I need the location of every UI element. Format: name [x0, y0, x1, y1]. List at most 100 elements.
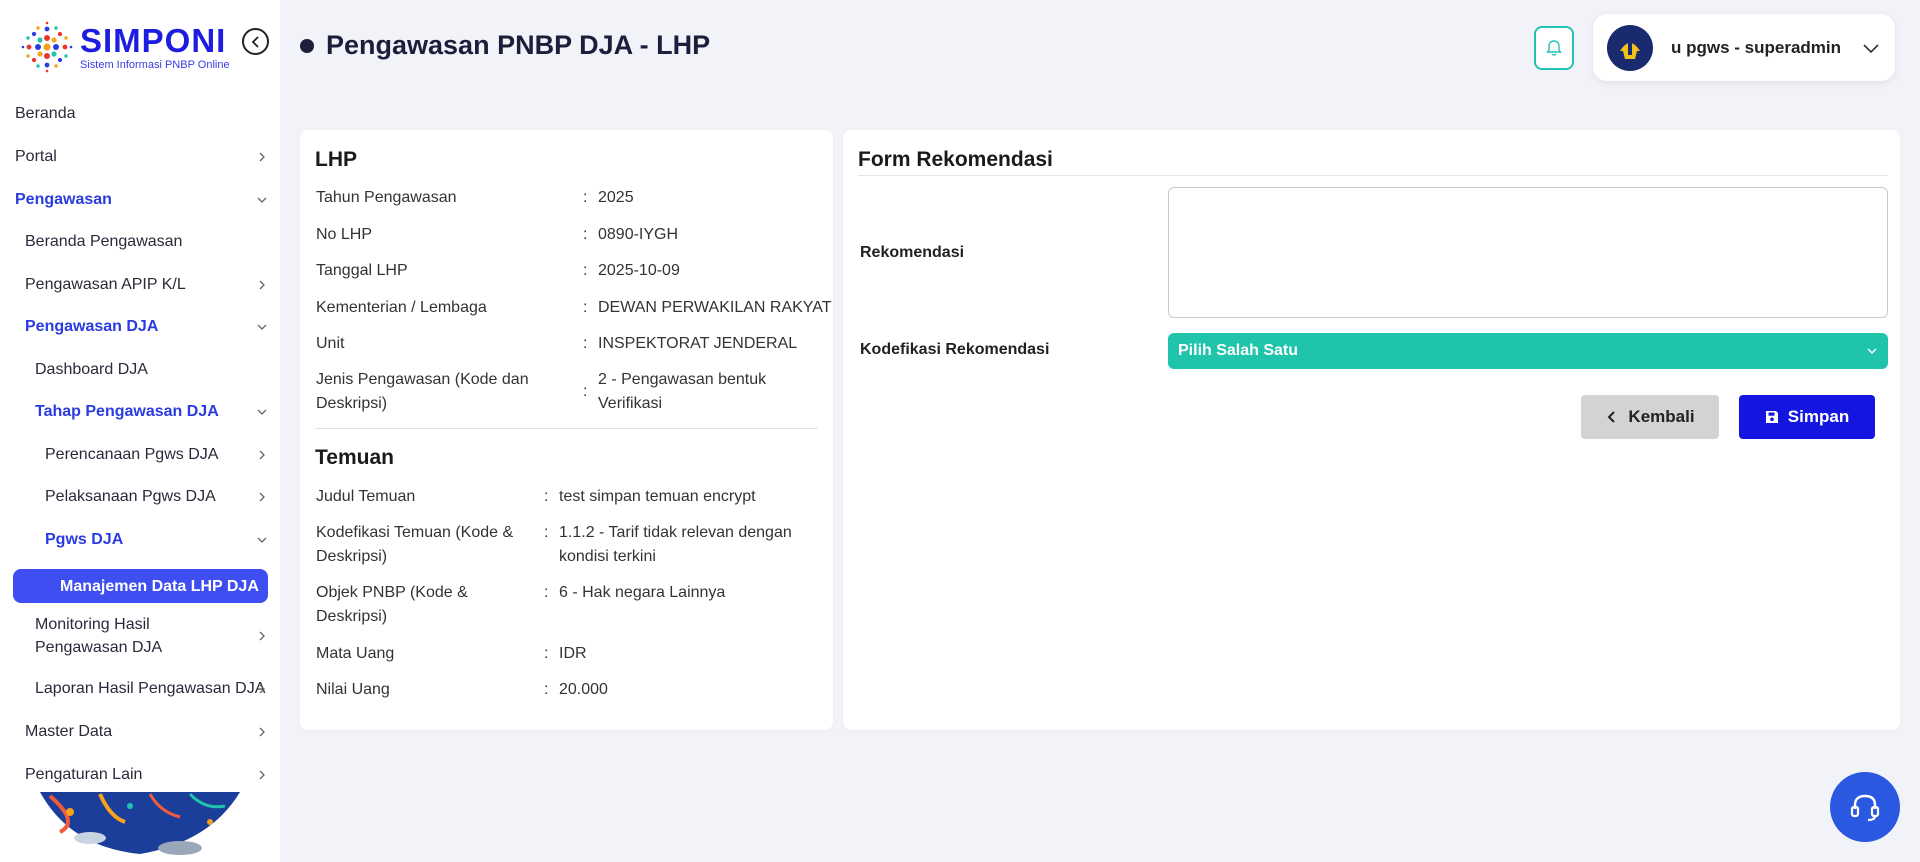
- help-chat-button[interactable]: [1830, 772, 1900, 842]
- lhp-row: Kementerian / Lembaga : DEWAN PERWAKILAN…: [316, 296, 832, 320]
- sidebar-item-label: Pgws DJA: [45, 531, 124, 548]
- lhp-row-key: Unit: [316, 335, 345, 352]
- sidebar-item-pengawasan-apip[interactable]: Pengawasan APIP K/L: [0, 273, 280, 296]
- section-divider: [315, 428, 818, 429]
- chevron-right-icon: [256, 726, 268, 738]
- back-button[interactable]: Kembali: [1581, 395, 1719, 439]
- sidebar-item-pengawasan-dja[interactable]: Pengawasan DJA: [0, 315, 280, 338]
- sidebar-item-label: Dashboard DJA: [35, 361, 148, 378]
- back-button-label: Kembali: [1628, 407, 1695, 426]
- sidebar-item-label: Pengawasan DJA: [25, 318, 159, 335]
- temuan-row-value: 20.000: [559, 681, 608, 698]
- colon-separator: :: [583, 262, 588, 279]
- temuan-row-value: test simpan temuan encrypt: [559, 488, 756, 505]
- sidebar-item-label: Pengaturan Lain: [25, 766, 143, 783]
- temuan-row-key: Judul Temuan: [316, 488, 416, 505]
- lhp-row: No LHP : 0890-IYGH: [316, 223, 821, 247]
- sidebar-item-label: Tahap Pengawasan DJA: [35, 403, 219, 420]
- kodefikasi-rekomendasi-label: Kodefikasi Rekomendasi: [860, 341, 1050, 358]
- chevron-down-icon: [1867, 348, 1877, 355]
- sidebar-item-monitoring-hasil[interactable]: Monitoring Hasil Pengawasan DJA: [0, 613, 280, 659]
- title-bullet-icon: [300, 38, 314, 53]
- save-button[interactable]: Simpan: [1739, 395, 1875, 439]
- colon-separator: :: [544, 524, 549, 541]
- lhp-card: LHP Tahun Pengawasan : 2025 No LHP : 089…: [300, 130, 833, 730]
- colon-separator: :: [583, 335, 588, 352]
- sidebar-item-tahap-pengawasan-dja[interactable]: Tahap Pengawasan DJA: [0, 400, 280, 423]
- lhp-row: Jenis Pengawasan (Kode dan Deskripsi) : …: [316, 368, 821, 416]
- sidebar-item-label: Manajemen Data LHP DJA: [60, 577, 259, 595]
- chevron-right-icon: [256, 279, 268, 291]
- colon-separator: :: [544, 681, 549, 698]
- brand-subtitle: Sistem Informasi PNBP Online: [80, 58, 230, 71]
- bell-icon: [1546, 40, 1562, 56]
- sidebar-item-label: Portal: [15, 148, 57, 165]
- lhp-row-key: Tanggal LHP: [316, 262, 408, 279]
- temuan-row-value: IDR: [559, 645, 587, 662]
- colon-separator: :: [583, 226, 588, 243]
- chevron-down-icon: [256, 406, 268, 418]
- chevron-down-icon: [1863, 43, 1879, 53]
- lhp-row-value: INSPEKTORAT JENDERAL: [598, 335, 798, 352]
- sidebar-item-beranda-pengawasan[interactable]: Beranda Pengawasan: [0, 230, 280, 253]
- select-value: Pilih Salah Satu: [1178, 342, 1299, 359]
- user-menu[interactable]: u pgws - superadmin: [1593, 14, 1895, 81]
- lhp-row-key: Kementerian / Lembaga: [316, 299, 487, 316]
- lhp-row-key: No LHP: [316, 226, 373, 243]
- lhp-row-value: 2025-10-09: [598, 262, 680, 279]
- sidebar-item-label: Beranda Pengawasan: [25, 233, 183, 250]
- temuan-section-title: Temuan: [315, 446, 394, 469]
- user-name: u pgws - superadmin: [1671, 37, 1842, 57]
- simponi-logo-icon: [18, 18, 76, 76]
- colon-separator: :: [583, 189, 588, 206]
- sidebar-item-laporan-hasil[interactable]: Laporan Hasil Pengawasan DJA: [0, 677, 280, 700]
- temuan-row: Objek PNBP (Kode & Deskripsi) : 6 - Hak …: [316, 581, 821, 629]
- sidebar-item-dashboard-dja[interactable]: Dashboard DJA: [0, 358, 280, 381]
- page-title-text: Pengawasan PNBP DJA - LHP: [326, 30, 711, 60]
- temuan-row-key: Mata Uang: [316, 645, 395, 662]
- sidebar-item-pgws-dja[interactable]: Pgws DJA: [0, 528, 280, 551]
- chevron-down-icon: [256, 534, 268, 546]
- lhp-row-value: DEWAN PERWAKILAN RAKYAT: [598, 299, 832, 316]
- form-rekomendasi-card: Form Rekomendasi Rekomendasi Kodefikasi …: [843, 130, 1900, 730]
- sidebar-item-master-data[interactable]: Master Data: [0, 720, 280, 743]
- chevron-left-icon: [1608, 411, 1616, 423]
- chevron-down-icon: [256, 321, 268, 333]
- sidebar-item-manajemen-data-lhp[interactable]: Manajemen Data LHP DJA: [13, 569, 268, 603]
- sidebar-item-label: Laporan Hasil Pengawasan DJA: [35, 680, 266, 697]
- rekomendasi-textarea[interactable]: [1168, 187, 1888, 318]
- sidebar-item-pengaturan-lain[interactable]: Pengaturan Lain: [0, 763, 280, 786]
- lhp-row-key: Tahun Pengawasan: [316, 189, 457, 206]
- sidebar-item-label: Monitoring Hasil Pengawasan DJA: [35, 616, 163, 656]
- brand-title: SIMPONI: [80, 21, 227, 59]
- chevron-right-icon: [256, 449, 268, 461]
- brand-logo[interactable]: SIMPONI Sistem Informasi PNBP Online: [18, 18, 230, 76]
- chevron-right-icon: [256, 151, 268, 163]
- temuan-row-key: Objek PNBP (Kode & Deskripsi): [316, 584, 468, 625]
- kodefikasi-rekomendasi-select[interactable]: Pilih Salah Satu: [1168, 333, 1888, 369]
- sidebar-item-pelaksanaan-pgws[interactable]: Pelaksanaan Pgws DJA: [0, 485, 280, 508]
- notification-button[interactable]: [1534, 26, 1574, 70]
- kemenkeu-emblem-icon: [1613, 30, 1647, 65]
- collapse-sidebar-button[interactable]: [242, 28, 269, 55]
- sidebar-illustration: [30, 792, 250, 862]
- sidebar-item-label: Beranda: [15, 105, 76, 122]
- rekomendasi-label: Rekomendasi: [860, 244, 965, 261]
- lhp-row-value: 2 - Pengawasan bentuk Verifikasi: [598, 371, 767, 412]
- colon-separator: :: [583, 299, 588, 316]
- lhp-row: Tahun Pengawasan : 2025: [316, 186, 821, 210]
- chevron-right-icon: [256, 683, 268, 695]
- form-divider: [858, 175, 1888, 176]
- sidebar-item-pengawasan[interactable]: Pengawasan: [0, 188, 280, 211]
- sidebar-item-beranda[interactable]: Beranda: [0, 102, 280, 125]
- sidebar-item-label: Perencanaan Pgws DJA: [45, 446, 219, 463]
- temuan-row-value: 6 - Hak negara Lainnya: [559, 584, 726, 601]
- lhp-row: Unit : INSPEKTORAT JENDERAL: [316, 332, 821, 356]
- temuan-row: Nilai Uang : 20.000: [316, 678, 821, 702]
- save-icon: [1765, 411, 1778, 423]
- sidebar-item-portal[interactable]: Portal: [0, 145, 280, 168]
- lhp-row-value: 0890-IYGH: [598, 226, 679, 243]
- sidebar: SIMPONI Sistem Informasi PNBP Online Ber…: [0, 0, 280, 862]
- collapse-icon: [251, 35, 259, 48]
- sidebar-item-perencanaan-pgws[interactable]: Perencanaan Pgws DJA: [0, 443, 280, 466]
